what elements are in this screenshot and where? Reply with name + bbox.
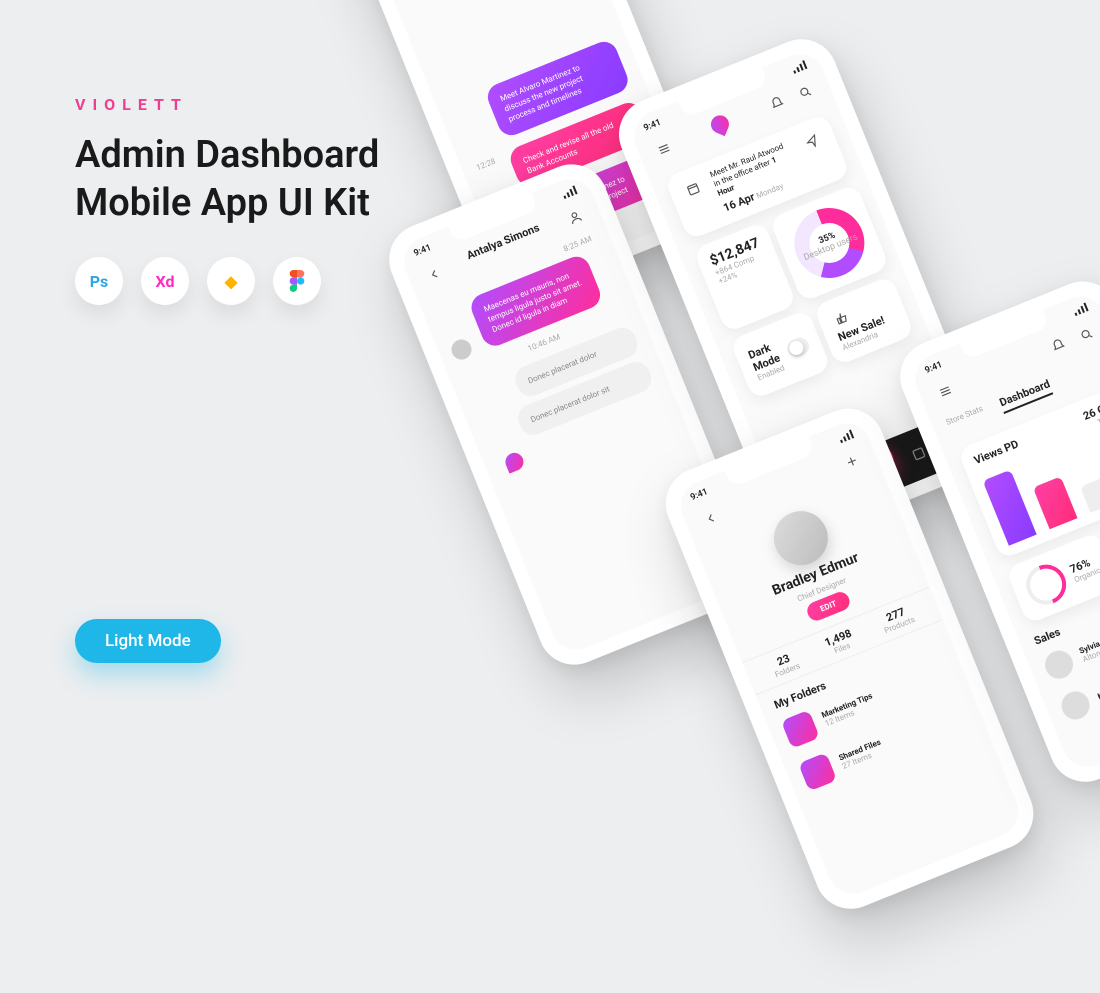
avatar-icon (1057, 687, 1093, 723)
calendar-time: 12:28 (460, 151, 497, 178)
typing-icon (503, 450, 526, 473)
light-mode-badge: Light Mode (75, 619, 221, 663)
calendar-icon (679, 175, 708, 204)
menu-icon[interactable] (650, 135, 679, 164)
menu-icon[interactable] (931, 377, 960, 406)
folder-icon (798, 752, 837, 791)
add-icon[interactable] (838, 447, 867, 476)
donut-chart: 35%Desktop users (783, 198, 874, 289)
ring-chart (1020, 558, 1072, 610)
avatar-icon (1041, 646, 1077, 682)
bell-icon[interactable] (763, 89, 792, 118)
back-icon[interactable] (697, 504, 726, 533)
bell-icon[interactable] (1044, 331, 1073, 360)
reminder-day: Monday (755, 181, 785, 200)
back-icon[interactable] (420, 260, 449, 289)
sketch-icon: ◆ (207, 257, 255, 305)
views-title: Views PD (972, 437, 1020, 467)
search-icon[interactable] (1072, 320, 1100, 349)
figma-icon (273, 257, 321, 305)
folder-icon (781, 710, 820, 749)
adobe-xd-icon: Xd (141, 257, 189, 305)
list-item-title: Kazaar (1096, 683, 1100, 701)
user-icon[interactable] (561, 203, 590, 232)
search-icon[interactable] (791, 78, 820, 107)
photoshop-icon: Ps (75, 257, 123, 305)
logo-icon (708, 113, 732, 137)
share-icon[interactable] (798, 127, 827, 156)
